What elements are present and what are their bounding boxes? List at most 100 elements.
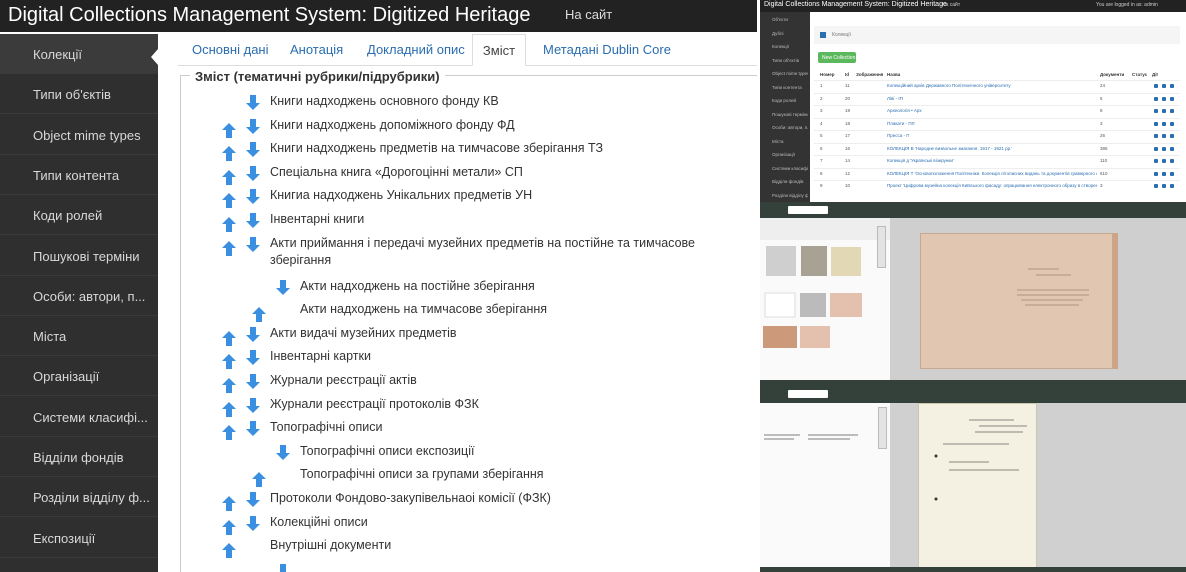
move-up-icon[interactable] [222,330,236,346]
admin-sidebar-item[interactable]: Типи об'єктів [760,55,810,68]
edit-icon[interactable] [1162,121,1166,126]
view-icon[interactable] [1154,96,1158,101]
move-up-icon[interactable] [222,240,236,256]
panel-collapse-handle[interactable] [877,226,886,268]
view-icon[interactable] [1154,121,1158,126]
admin-sidebar-item[interactable]: Об'єкти [760,14,810,27]
admin-cell-title[interactable]: КОЛЕКЦІЯ В 'Народне визвольне змагання. … [887,146,1012,151]
tree-item-label[interactable]: Акти видачі музейних предметів [270,326,457,340]
page-field[interactable] [788,206,828,214]
admin-sidebar-item[interactable]: Особи: автори, п... [760,122,810,135]
tree-item-label[interactable]: Журнали реєстрації протоколів ФЗК [270,397,479,411]
tree-item-label[interactable]: Спеціальна книга «Дорогоцінні метали» СП [270,165,523,179]
admin-cell-title[interactable]: Проект 'Цифрова музейна колекція Київськ… [887,183,1097,188]
move-up-icon[interactable] [222,401,236,417]
page-field-2[interactable] [788,390,828,398]
tree-item-label[interactable]: Книги надходжень основного фонду КВ [270,94,499,108]
tab-main-data[interactable]: Основні дані [192,34,269,66]
tree-item-label[interactable]: Книги надходжень предметів на тимчасове … [270,141,603,155]
edit-icon[interactable] [1162,146,1166,151]
move-down-icon[interactable] [246,421,260,437]
move-up-icon[interactable] [222,496,236,511]
tree-item-label[interactable]: Топографічні описи [270,420,382,434]
move-down-icon[interactable] [246,213,260,228]
view-icon[interactable] [1154,146,1158,151]
move-down-icon[interactable] [246,95,260,110]
move-up-icon[interactable] [222,122,236,138]
tree-item-label[interactable]: Книги надходжень допоміжного фонду ФД [270,118,515,132]
edit-icon[interactable] [1162,184,1166,188]
move-up-icon[interactable] [222,146,236,162]
delete-icon[interactable] [1170,171,1174,176]
tree-item-label[interactable]: Акти надходжень на постійне зберігання [300,279,535,293]
app-title[interactable]: Digital Collections Management System: D… [8,4,530,27]
move-down-icon[interactable] [246,492,260,507]
admin-sidebar-item[interactable]: Object mime types [760,68,810,81]
move-up-icon[interactable] [222,425,236,441]
tab-annotation[interactable]: Анотація [290,34,343,66]
move-up-icon[interactable] [222,193,236,209]
tree-item-label[interactable]: Топографічні описи експозиції [300,444,474,458]
admin-sidebar-item[interactable]: Типи контента [760,82,810,95]
delete-icon[interactable] [1170,134,1174,138]
tree-item-label[interactable]: Топографічні описи за групами зберігання [300,467,544,481]
move-down-icon[interactable] [276,564,290,572]
edit-icon[interactable] [1162,171,1166,176]
edit-icon[interactable] [1162,109,1166,113]
tree-item-label[interactable]: Протоколи Фондово-закупівельнаоі комісії… [270,491,551,505]
move-up-icon[interactable] [252,472,266,488]
move-down-icon[interactable] [246,189,260,205]
move-up-icon[interactable] [222,169,236,185]
edit-icon[interactable] [1162,96,1166,101]
admin-sidebar-item[interactable]: Дублі [760,28,810,41]
admin-cell-title[interactable]: КОЛЕКЦІЯ Т 'Основоположення Політехніки.… [887,171,1097,176]
new-collection-button[interactable]: New Collection [818,52,856,63]
tree-item-label[interactable]: Інвентарні картки [270,349,371,363]
tab-contents[interactable]: Зміст [472,34,526,66]
tree-item-label[interactable]: Інвентарні книги [270,212,364,226]
move-down-icon[interactable] [246,326,260,342]
admin-sidebar-item[interactable]: Системи класифі... [760,163,810,176]
move-up-icon[interactable] [222,217,236,232]
admin-sidebar-item[interactable]: Організації [760,149,810,162]
panel-collapse-handle-2[interactable] [878,407,887,449]
edit-icon[interactable] [1162,84,1166,88]
admin-cell-title[interactable]: Пресса - П [887,133,909,138]
admin-cell-title[interactable]: Плакати - ПЛ [887,121,915,126]
admin-site-link[interactable]: На сайт [942,2,960,8]
delete-icon[interactable] [1170,159,1174,163]
tab-detailed-description[interactable]: Докладний опис [367,34,465,66]
tree-item-label[interactable]: Акти приймання і передачі музейних предм… [270,236,695,250]
view-icon[interactable] [1154,84,1158,88]
move-down-icon[interactable] [246,165,260,181]
tab-dublin-core[interactable]: Метадані Dublin Core [543,34,671,66]
tree-item-label[interactable]: Акти надходжень на тимчасове зберігання [300,302,547,316]
admin-cell-title[interactable]: Колекція д 'Українські візерунки' [887,158,954,163]
view-icon[interactable] [1154,159,1158,163]
view-icon[interactable] [1154,184,1158,188]
home-icon[interactable] [820,32,826,38]
tree-item-label[interactable]: Внутрішні документи [270,538,391,552]
move-up-icon[interactable] [222,519,236,535]
site-link[interactable]: На сайт [565,7,612,22]
view-icon[interactable] [1154,134,1158,138]
admin-cell-title[interactable]: Ліві - ІП [887,96,903,101]
delete-icon[interactable] [1170,146,1174,151]
tree-item-label[interactable]: Журнали реєстрації актів [270,373,417,387]
admin-sidebar-item[interactable]: Пошукові терміни [760,109,810,122]
view-icon[interactable] [1154,109,1158,113]
move-up-icon[interactable] [222,543,236,559]
move-down-icon[interactable] [246,142,260,158]
admin-sidebar-item[interactable]: Міста [760,136,810,149]
move-up-icon[interactable] [222,378,236,393]
admin-sidebar-item[interactable]: Розділи відділу ф... [760,190,810,203]
tree-item-label[interactable]: Книгиа надходжень Унікальних предметів У… [270,188,532,202]
move-down-icon[interactable] [246,397,260,413]
sidebar-item[interactable]: Колекції [0,34,158,74]
admin-cell-title[interactable]: Колекційний архів Державного Політехнічн… [887,83,1011,88]
delete-icon[interactable] [1170,96,1174,101]
move-down-icon[interactable] [246,515,260,531]
move-down-icon[interactable] [276,279,290,295]
admin-sidebar-item[interactable]: Колекції [760,41,810,54]
tree-item-label[interactable]: Колекційні описи [270,515,368,529]
